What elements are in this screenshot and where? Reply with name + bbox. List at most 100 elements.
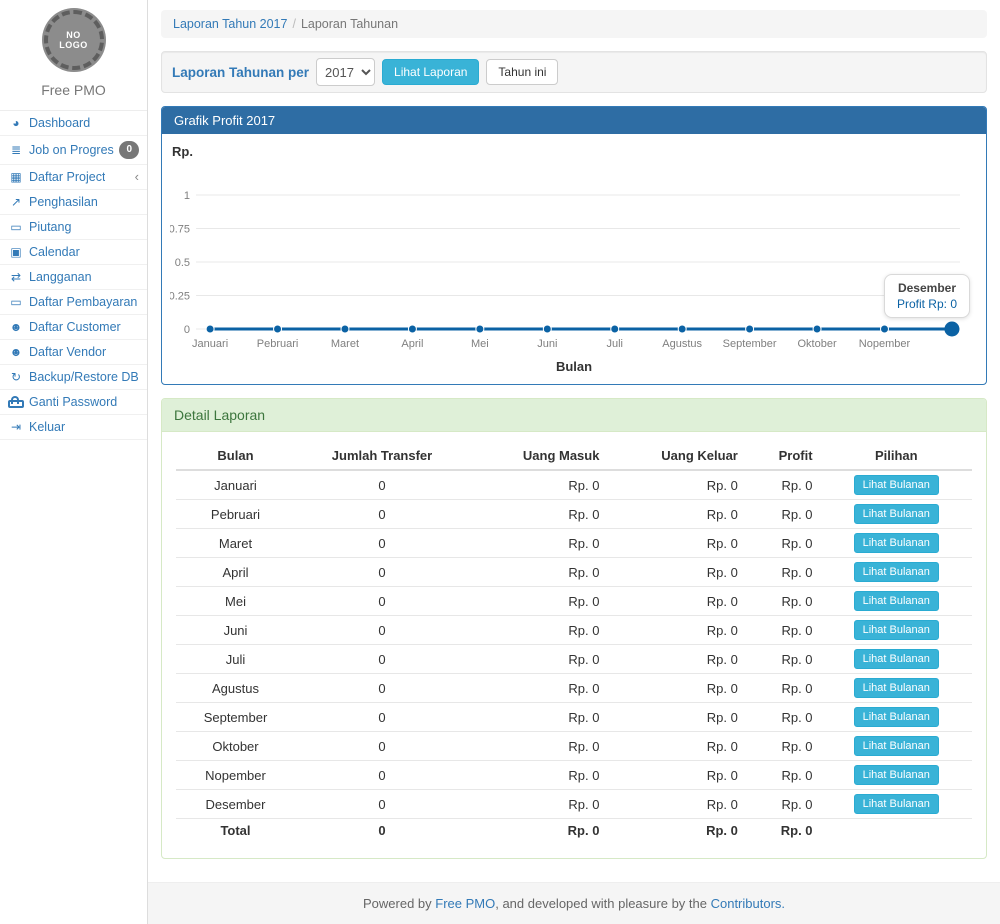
lihat-bulanan-button[interactable]: Lihat Bulanan [854, 475, 939, 495]
x-tick-label: Maret [331, 338, 359, 350]
table-total-row: Total0Rp. 0Rp. 0Rp. 0 [176, 819, 972, 843]
data-point[interactable] [813, 325, 821, 333]
sidebar-item-piutang[interactable]: ▭Piutang [0, 215, 147, 240]
year-select[interactable]: 2017 [316, 58, 375, 86]
cell-pilihan [821, 819, 972, 843]
breadcrumb-separator: / [292, 17, 295, 31]
table-row: September0Rp. 0Rp. 0Rp. 0Lihat Bulanan [176, 703, 972, 732]
chevron-left-icon: ‹ [135, 172, 139, 182]
app: NO LOGO Free PMO ◕Dashboard≣Job on Progr… [0, 0, 1000, 924]
table-row: Mei0Rp. 0Rp. 0Rp. 0Lihat Bulanan [176, 587, 972, 616]
cell-pilihan: Lihat Bulanan [821, 529, 972, 558]
x-tick-label: Januari [192, 338, 228, 350]
cell-uang-masuk: Rp. 0 [469, 703, 607, 732]
data-point[interactable] [880, 325, 888, 333]
table-row: Juni0Rp. 0Rp. 0Rp. 0Lihat Bulanan [176, 616, 972, 645]
cell-uang-masuk: Rp. 0 [469, 645, 607, 674]
cell-bulan: Agustus [176, 674, 295, 703]
breadcrumb-link[interactable]: Laporan Tahun 2017 [173, 17, 287, 31]
column-header: Jumlah Transfer [295, 442, 469, 470]
sidebar-item-keluar[interactable]: ⇥Keluar [0, 415, 147, 440]
lihat-bulanan-button[interactable]: Lihat Bulanan [854, 504, 939, 524]
data-point[interactable] [678, 325, 686, 333]
tahun-ini-button[interactable]: Tahun ini [486, 59, 558, 85]
table-row: April0Rp. 0Rp. 0Rp. 0Lihat Bulanan [176, 558, 972, 587]
sidebar-item-ganti-password[interactable]: Ganti Password [0, 390, 147, 415]
table-row: Januari0Rp. 0Rp. 0Rp. 0Lihat Bulanan [176, 470, 972, 500]
cell-uang-keluar: Rp. 0 [607, 529, 745, 558]
footer-text-middle: , and developed with pleasure by the [495, 896, 710, 911]
dashboard-icon: ◕ [8, 116, 24, 130]
data-point[interactable] [611, 325, 619, 333]
x-axis-label: Bulan [170, 359, 978, 374]
lihat-bulanan-button[interactable]: Lihat Bulanan [854, 620, 939, 640]
lihat-bulanan-button[interactable]: Lihat Bulanan [854, 794, 939, 814]
cell-uang-masuk: Rp. 0 [469, 732, 607, 761]
cell-bulan: Pebruari [176, 500, 295, 529]
footer-link-contributors[interactable]: Contributors. [711, 896, 785, 911]
sidebar-item-dashboard[interactable]: ◕Dashboard [0, 111, 147, 136]
data-point[interactable] [274, 325, 282, 333]
cell-jumlah-transfer: 0 [295, 703, 469, 732]
sidebar-item-penghasilan[interactable]: ↗Penghasilan [0, 190, 147, 215]
cell-pilihan: Lihat Bulanan [821, 470, 972, 500]
sidebar-item-daftar-customer[interactable]: ☻Daftar Customer [0, 315, 147, 340]
cell-profit: Rp. 0 [746, 732, 821, 761]
sidebar-menu: ◕Dashboard≣Job on Progress0▦Daftar Proje… [0, 110, 147, 440]
cell-profit: Rp. 0 [746, 645, 821, 674]
data-point[interactable] [206, 325, 214, 333]
lihat-bulanan-button[interactable]: Lihat Bulanan [854, 562, 939, 582]
lock-icon [8, 400, 24, 408]
filter-bar: Laporan Tahunan per 2017 Lihat Laporan T… [161, 51, 987, 93]
lihat-bulanan-button[interactable]: Lihat Bulanan [854, 736, 939, 756]
data-point-highlighted[interactable] [944, 322, 959, 337]
footer-link-freepmo[interactable]: Free PMO [435, 896, 495, 911]
chart-body: Rp. 00.250.50.751JanuariPebruariMaretApr… [162, 134, 986, 384]
cell-uang-masuk: Rp. 0 [469, 761, 607, 790]
sidebar-item-backup-restore-db[interactable]: ↻Backup/Restore DB [0, 365, 147, 390]
sidebar-item-daftar-project[interactable]: ▦Daftar Project‹ [0, 165, 147, 190]
sidebar-item-label: Job on Progress [29, 143, 114, 157]
cell-jumlah-transfer: 0 [295, 587, 469, 616]
lihat-laporan-button[interactable]: Lihat Laporan [382, 59, 479, 85]
x-tick-label: Juli [606, 338, 623, 350]
sidebar-item-daftar-vendor[interactable]: ☻Daftar Vendor [0, 340, 147, 365]
cell-uang-keluar: Rp. 0 [607, 761, 745, 790]
data-point[interactable] [341, 325, 349, 333]
chart-panel-title: Grafik Profit 2017 [162, 107, 986, 134]
lihat-bulanan-button[interactable]: Lihat Bulanan [854, 678, 939, 698]
cell-uang-masuk: Rp. 0 [469, 500, 607, 529]
cell-profit: Rp. 0 [746, 470, 821, 500]
data-point[interactable] [476, 325, 484, 333]
sidebar-item-label: Langganan [29, 270, 92, 284]
cell-uang-masuk: Rp. 0 [469, 790, 607, 819]
sidebar-item-daftar-pembayaran[interactable]: ▭Daftar Pembayaran [0, 290, 147, 315]
money-icon: ▭ [8, 295, 24, 309]
cell-uang-keluar: Rp. 0 [607, 500, 745, 529]
lihat-bulanan-button[interactable]: Lihat Bulanan [854, 649, 939, 669]
cell-pilihan: Lihat Bulanan [821, 674, 972, 703]
x-tick-label: Juni [537, 338, 557, 350]
sidebar-item-calendar[interactable]: ▣Calendar [0, 240, 147, 265]
lihat-bulanan-button[interactable]: Lihat Bulanan [854, 591, 939, 611]
lihat-bulanan-button[interactable]: Lihat Bulanan [854, 533, 939, 553]
data-point[interactable] [543, 325, 551, 333]
x-tick-label: Pebruari [257, 338, 299, 350]
cell-bulan: April [176, 558, 295, 587]
sidebar-item-label: Daftar Vendor [29, 345, 106, 359]
lihat-bulanan-button[interactable]: Lihat Bulanan [854, 765, 939, 785]
sidebar-item-job-on-progress[interactable]: ≣Job on Progress0 [0, 136, 147, 165]
footer: Powered by Free PMO, and developed with … [148, 882, 1000, 924]
tooltip-title: Desember [897, 281, 957, 295]
cell-bulan: Nopember [176, 761, 295, 790]
lihat-bulanan-button[interactable]: Lihat Bulanan [854, 707, 939, 727]
data-point[interactable] [408, 325, 416, 333]
data-point[interactable] [746, 325, 754, 333]
sidebar-item-langganan[interactable]: ⇄Langganan [0, 265, 147, 290]
refresh-icon: ↻ [8, 370, 24, 384]
cell-uang-keluar: Rp. 0 [607, 790, 745, 819]
sidebar-item-label: Daftar Project [29, 170, 105, 184]
cell-pilihan: Lihat Bulanan [821, 703, 972, 732]
report-table-body: Januari0Rp. 0Rp. 0Rp. 0Lihat BulananPebr… [176, 470, 972, 842]
profit-line-chart[interactable]: 00.250.50.751JanuariPebruariMaretAprilMe… [170, 159, 978, 359]
